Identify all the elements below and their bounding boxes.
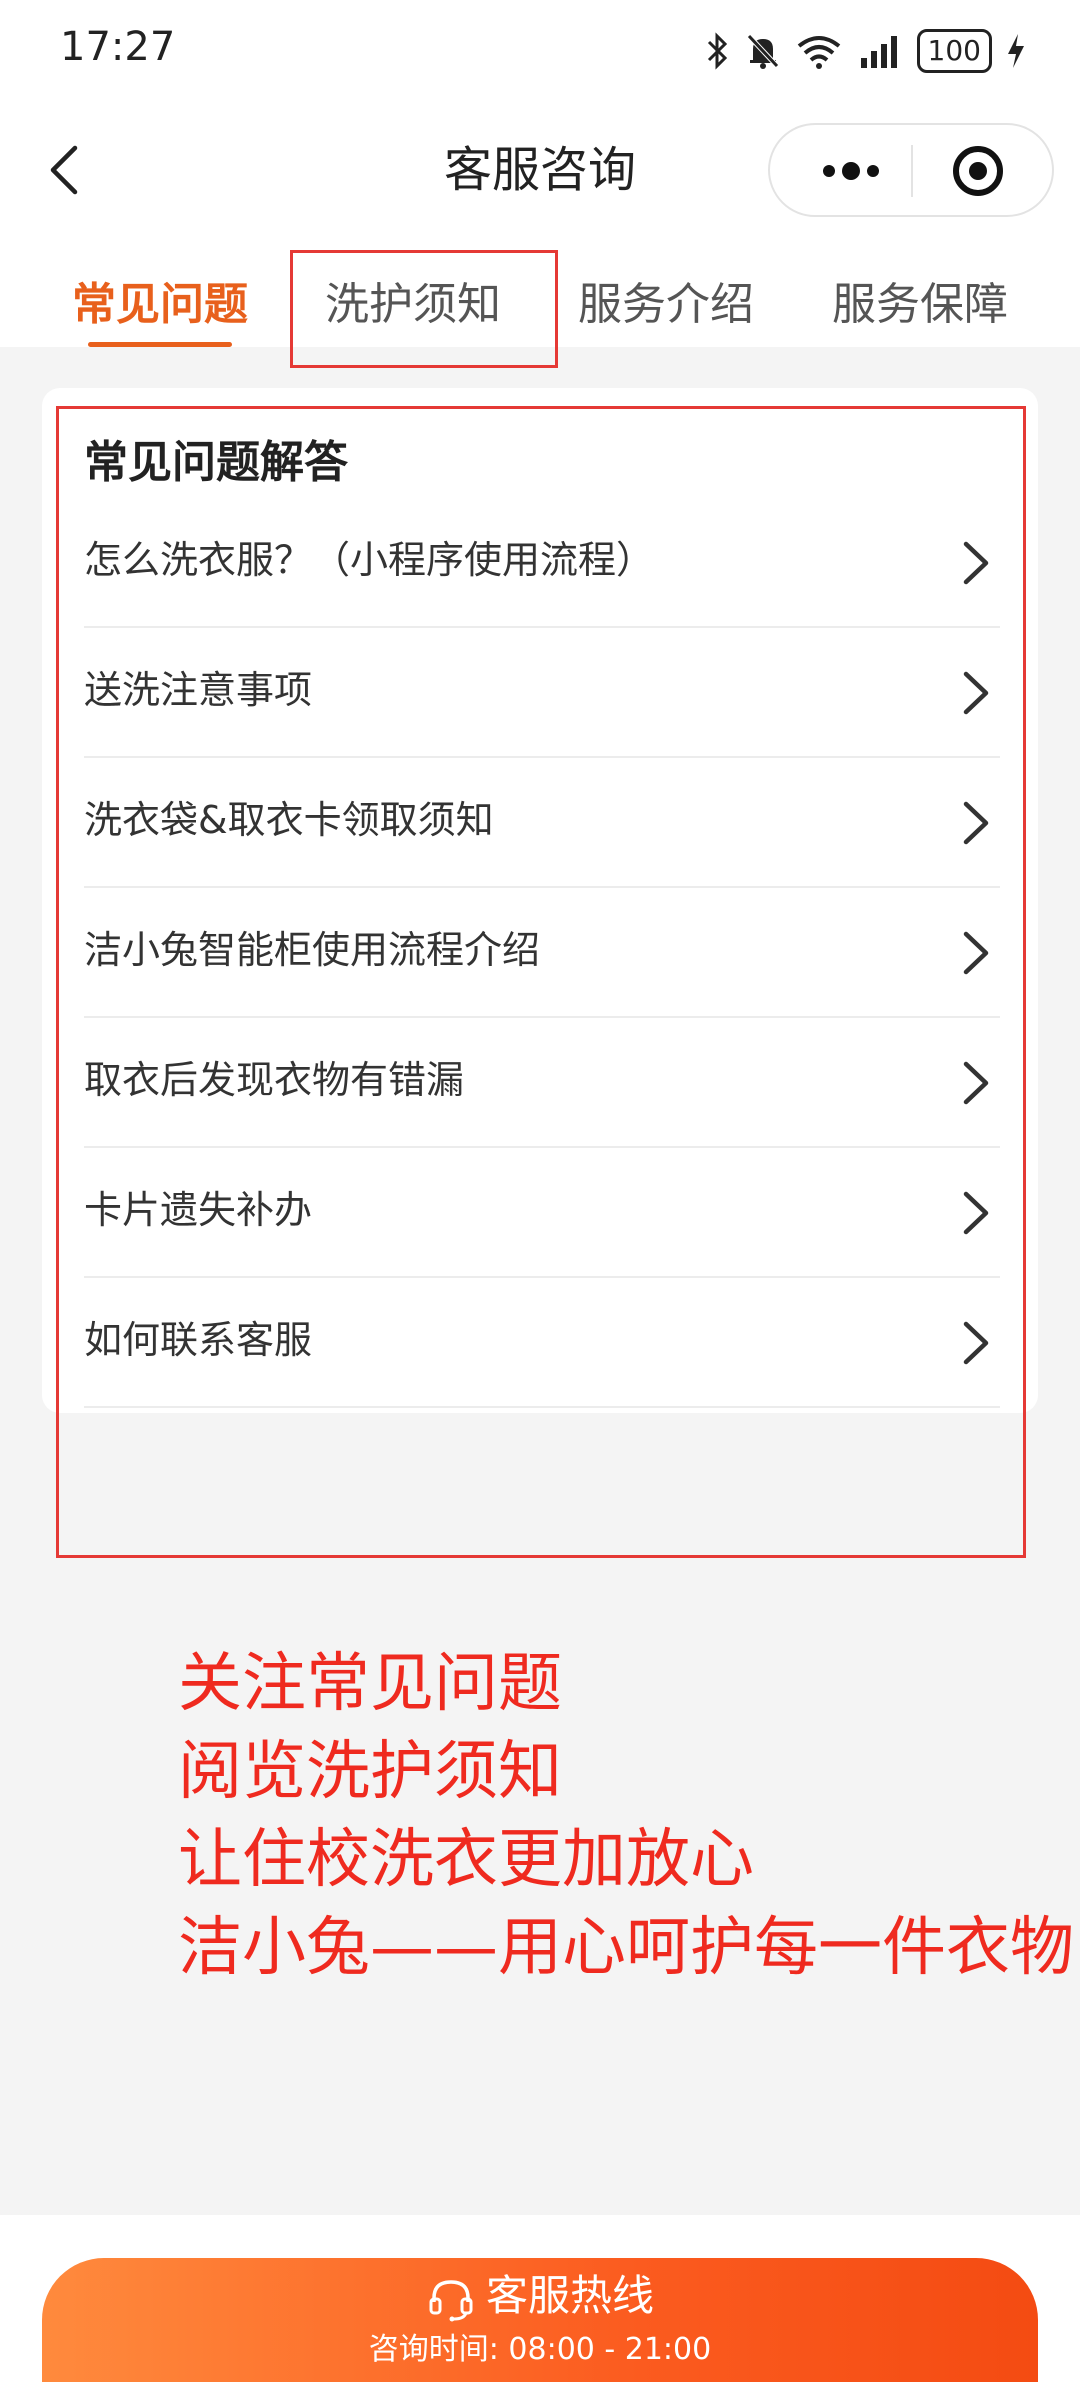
signal-icon [860, 36, 897, 68]
promo-line: 关注常见问题 [178, 1647, 562, 1721]
back-button[interactable] [30, 135, 100, 205]
annotation-box-faq-card [56, 406, 1026, 1558]
hotline-hours: 咨询时间: 08:00 - 21:00 [368, 2332, 712, 2367]
page-title: 客服咨询 [443, 142, 636, 198]
tab-service-intro[interactable]: 服务介绍 [578, 275, 754, 335]
nav-bar: 客服咨询 [0, 105, 1080, 235]
promo-text: 关注常见问题 阅览洗护须知 让住校洗衣更加放心 洁小兔——用心呵护每一件衣物 [178, 1640, 1074, 1992]
active-tab-indicator [88, 342, 232, 347]
close-target-icon [953, 146, 1003, 196]
back-arrow-icon [50, 145, 78, 195]
close-button[interactable] [948, 143, 1008, 199]
promo-line: 阅览洗护须知 [178, 1735, 562, 1809]
hotline-button[interactable]: 客服热线 咨询时间: 08:00 - 21:00 [42, 2258, 1038, 2382]
capsule-divider [911, 145, 913, 197]
hotline-main: 客服热线 [42, 2268, 1038, 2324]
wifi-icon [797, 36, 840, 69]
tab-service-guarantee[interactable]: 服务保障 [832, 275, 1008, 335]
bluetooth-icon [707, 32, 727, 70]
status-time: 17:27 [60, 24, 176, 70]
miniprogram-capsule [768, 123, 1054, 217]
status-icons: 100 [705, 24, 1026, 78]
headset-icon [429, 2279, 473, 2321]
promo-line: 让住校洗衣更加放心 [178, 1823, 754, 1897]
tab-faq[interactable]: 常见问题 [72, 275, 248, 335]
battery-icon: 100 [916, 29, 992, 73]
hotline-label: 客服热线 [485, 2271, 654, 2320]
bell-muted-icon [746, 34, 779, 69]
charging-icon [1008, 34, 1024, 68]
status-bar: 17:27 100 [0, 0, 1080, 105]
more-dots-icon [823, 162, 879, 180]
annotation-box-care-notice-tab [290, 250, 558, 368]
more-button[interactable] [806, 143, 896, 199]
promo-line: 洁小兔——用心呵护每一件衣物 [178, 1911, 1074, 1985]
